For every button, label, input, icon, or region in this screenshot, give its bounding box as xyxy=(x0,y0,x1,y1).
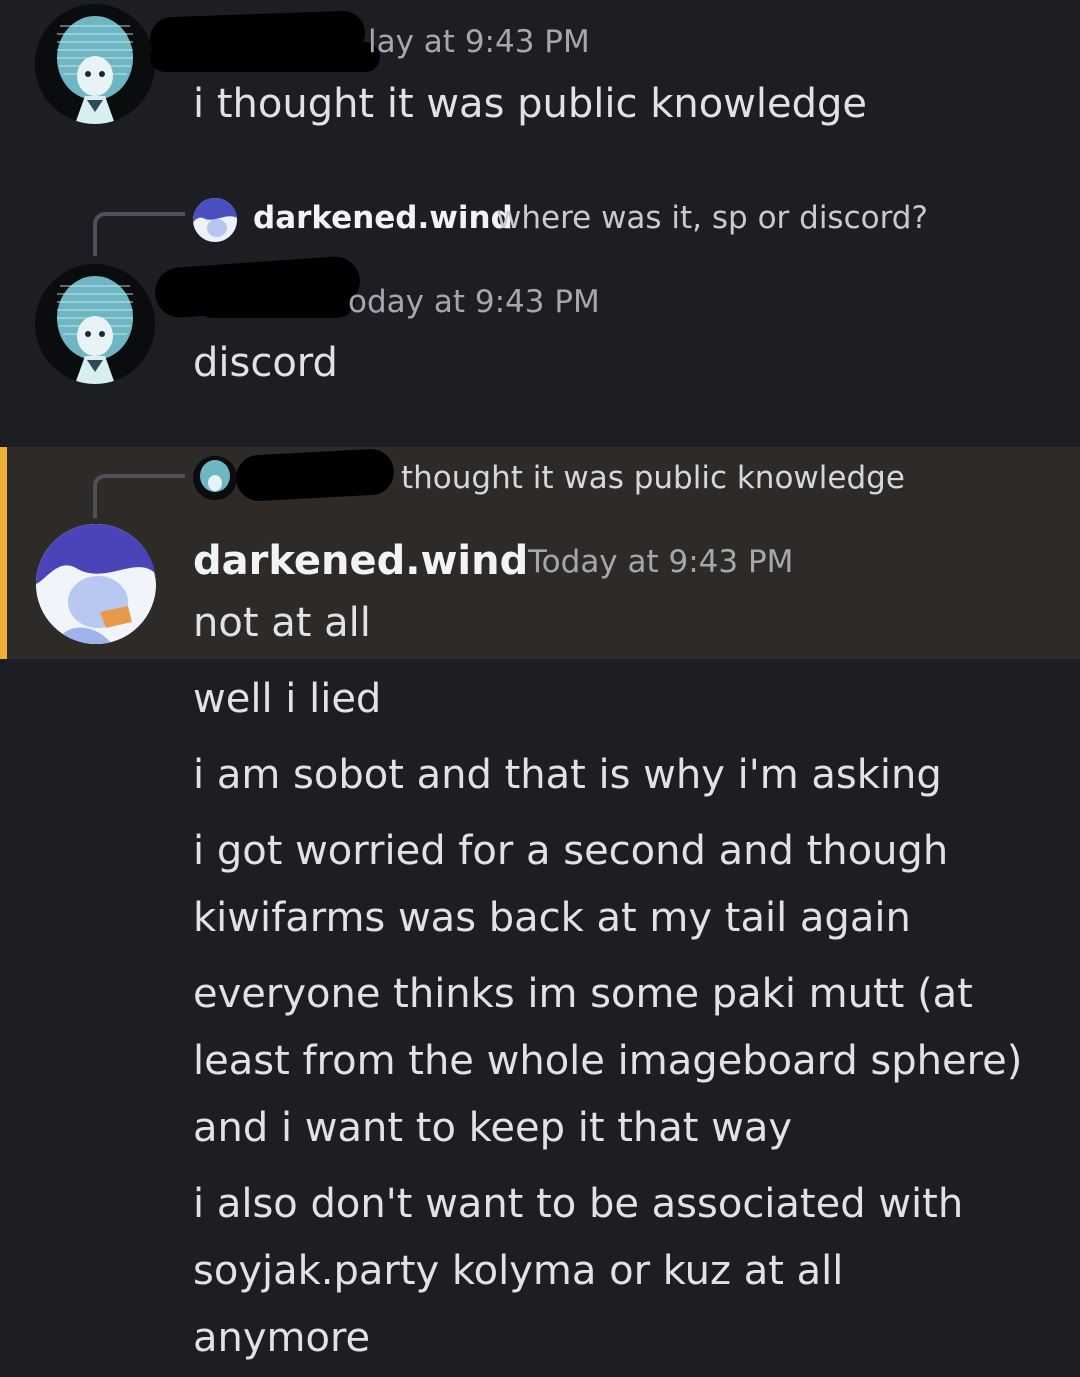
reply-avatar xyxy=(193,456,237,500)
reply-preview-text[interactable]: thought it was public knowledge xyxy=(401,460,905,496)
reply-avatar-icon xyxy=(193,198,237,242)
followup-message-line: i also don't want to be associated with xyxy=(193,1181,964,1227)
anime-avatar-icon xyxy=(35,4,155,124)
followup-message-line: kiwifarms was back at my tail again xyxy=(193,895,911,941)
followup-message-line: soyjak.party kolyma or kuz at all xyxy=(193,1248,844,1294)
user-avatar[interactable] xyxy=(35,264,155,384)
mention-bar xyxy=(0,447,7,659)
message-text: i thought it was public knowledge xyxy=(193,81,868,127)
followup-message: well i lied xyxy=(193,676,382,722)
user-avatar[interactable] xyxy=(35,4,155,124)
message-text: discord xyxy=(193,340,338,386)
reply-avatar xyxy=(193,198,237,242)
redacted-username-2 xyxy=(150,42,380,72)
message-username[interactable]: darkened.wind xyxy=(193,538,528,584)
followup-message-line: anymore xyxy=(193,1315,371,1361)
reply-username[interactable]: darkened.wind xyxy=(253,200,513,236)
reply-connector xyxy=(93,212,185,256)
reply-avatar-icon xyxy=(193,456,237,500)
followup-message-line: i got worried for a second and though xyxy=(193,828,949,874)
darkened-wind-avatar-icon xyxy=(36,524,156,644)
followup-message: i am sobot and that is why i'm asking xyxy=(193,752,942,798)
message-timestamp: oday at 9:43 PM xyxy=(348,284,600,320)
followup-message-line: and i want to keep it that way xyxy=(193,1105,793,1151)
user-avatar[interactable] xyxy=(36,524,156,644)
followup-message-line: everyone thinks im some paki mutt (at xyxy=(193,971,973,1017)
anime-avatar-icon xyxy=(35,264,155,384)
message-timestamp: lay at 9:43 PM xyxy=(368,24,590,60)
message-text: not at all xyxy=(193,600,371,646)
redacted-username xyxy=(234,447,396,503)
message-timestamp: Today at 9:43 PM xyxy=(528,544,794,580)
reply-preview-text[interactable]: where was it, sp or discord? xyxy=(496,200,928,236)
redacted-username-2 xyxy=(195,282,355,318)
reply-connector xyxy=(93,474,185,518)
followup-message-line: least from the whole imageboard sphere) xyxy=(193,1038,1023,1084)
